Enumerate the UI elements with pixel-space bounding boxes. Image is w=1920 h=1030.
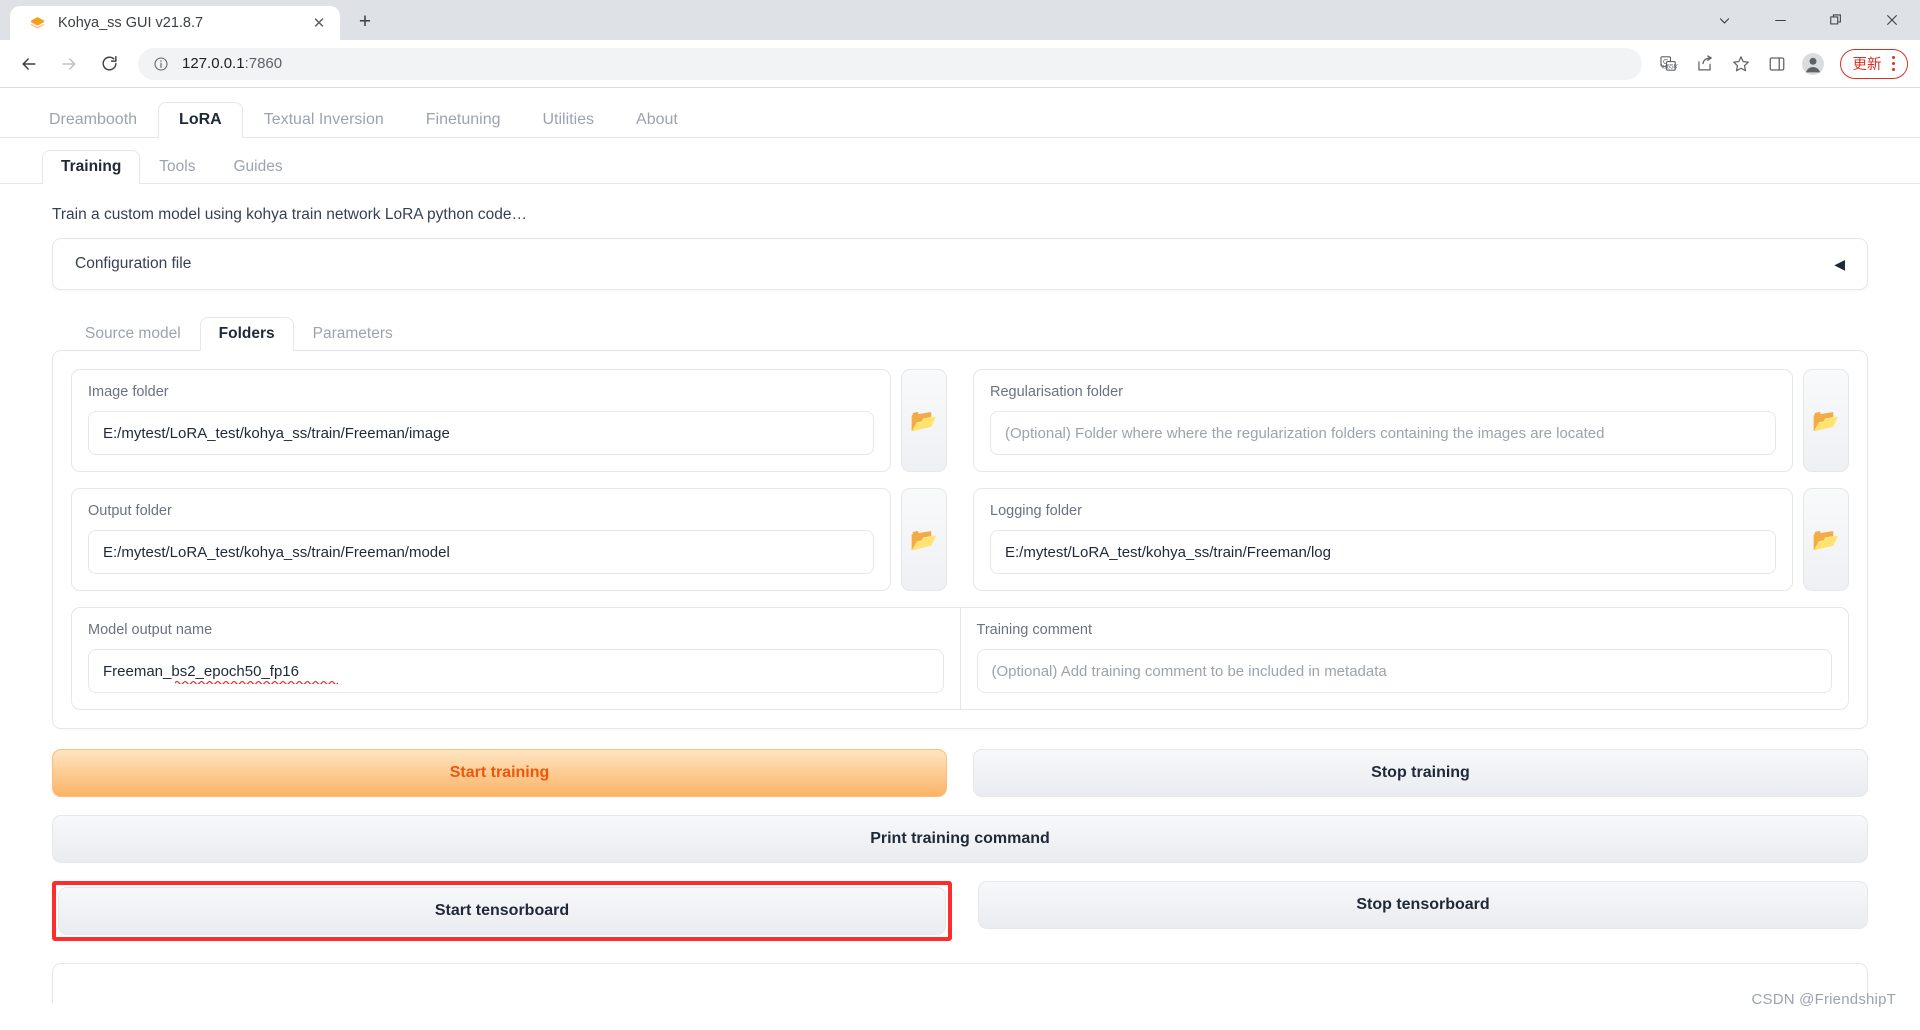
training-comment-label: Training comment xyxy=(976,622,1093,638)
open-folder-icon: 📂 xyxy=(910,526,938,552)
browser-tab-title: Kohya_ss GUI v21.8.7 xyxy=(58,15,204,31)
folders-form: Image folder 📂 Regularisation folder xyxy=(52,350,1868,729)
open-folder-icon: 📂 xyxy=(1812,407,1840,433)
address-bar-port: :7860 xyxy=(244,55,283,72)
gradio-layers-icon xyxy=(28,14,46,32)
output-folder-label: Output folder xyxy=(88,503,172,519)
svg-text:\u6587: \u6587 xyxy=(1661,63,1678,70)
model-output-name-label: Model output name xyxy=(88,622,213,638)
tab-training[interactable]: Training xyxy=(42,150,141,184)
sub-tab-bar: Training Tools Guides xyxy=(0,138,1920,184)
browser-tabstrip: Kohya_ss GUI v21.8.7 ✕ + xyxy=(0,0,1920,40)
folders-row-1: Image folder 📂 Regularisation folder xyxy=(71,369,1849,472)
tab-lora[interactable]: LoRA xyxy=(158,102,243,138)
window-controls xyxy=(1696,0,1920,40)
reload-icon[interactable] xyxy=(92,47,126,81)
start-training-button[interactable]: Start training xyxy=(52,749,947,797)
tab-folders[interactable]: Folders xyxy=(199,317,294,351)
regularisation-folder-field: Regularisation folder xyxy=(973,369,1793,472)
configuration-file-accordion[interactable]: Configuration file ◀ xyxy=(52,238,1868,290)
open-folder-icon: 📂 xyxy=(1812,526,1840,552)
address-bar[interactable]: 127.0.0.1:7860 xyxy=(138,47,1642,80)
browser-tab-active[interactable]: Kohya_ss GUI v21.8.7 ✕ xyxy=(10,6,340,40)
tab-dreambooth[interactable]: Dreambooth xyxy=(28,102,158,138)
regularisation-folder-browse-button[interactable]: 📂 xyxy=(1803,369,1849,472)
image-folder-field: Image folder xyxy=(71,369,891,472)
toolbar-actions: G \u6587 xyxy=(1650,47,1908,81)
tab-finetuning[interactable]: Finetuning xyxy=(405,102,522,138)
print-command-row: Print training command xyxy=(52,815,1868,863)
logging-folder-field: Logging folder xyxy=(973,488,1793,591)
tensorboard-actions-row: Start tensorboard Stop tensorboard xyxy=(52,881,1868,941)
start-tensorboard-highlight: Start tensorboard xyxy=(52,881,952,941)
close-window-button[interactable] xyxy=(1864,0,1920,40)
output-folder-group: Output folder 📂 xyxy=(71,488,947,591)
info-circle-icon[interactable] xyxy=(152,55,170,73)
regularisation-folder-group: Regularisation folder 📂 xyxy=(973,369,1849,472)
image-folder-browse-button[interactable]: 📂 xyxy=(901,369,947,472)
tab-about[interactable]: About xyxy=(615,102,699,138)
address-bar-host: 127.0.0.1 xyxy=(182,55,245,72)
open-folder-icon: 📂 xyxy=(910,407,938,433)
logging-folder-group: Logging folder 📂 xyxy=(973,488,1849,591)
update-button-label: 更新 xyxy=(1852,57,1882,73)
share-icon[interactable] xyxy=(1688,47,1722,81)
tab-source-model[interactable]: Source model xyxy=(66,317,200,351)
main-tab-bar: Dreambooth LoRA Textual Inversion Finetu… xyxy=(0,88,1920,138)
avatar-icon[interactable] xyxy=(1796,47,1830,81)
browser-window: Kohya_ss GUI v21.8.7 ✕ + 127.0.0.1:7860 … xyxy=(0,0,1920,1030)
tab-guides[interactable]: Guides xyxy=(214,150,301,184)
tab-parameters[interactable]: Parameters xyxy=(294,317,412,351)
address-bar-url: 127.0.0.1:7860 xyxy=(182,55,282,72)
stop-training-button[interactable]: Stop training xyxy=(973,749,1868,797)
tab-textual-inversion[interactable]: Textual Inversion xyxy=(243,102,405,138)
model-output-name-input[interactable] xyxy=(88,649,944,693)
output-folder-input[interactable] xyxy=(88,530,874,574)
translate-icon[interactable]: G \u6587 xyxy=(1652,47,1686,81)
watermark-text: CSDN @FriendshipT xyxy=(1751,991,1896,1008)
side-panel-icon[interactable] xyxy=(1760,47,1794,81)
image-folder-input[interactable] xyxy=(88,411,874,455)
training-comment-input[interactable] xyxy=(976,649,1832,693)
plus-icon[interactable]: + xyxy=(350,7,380,37)
star-icon[interactable] xyxy=(1724,47,1758,81)
regularisation-folder-label: Regularisation folder xyxy=(990,384,1123,400)
training-actions-row: Start training Stop training xyxy=(52,749,1868,797)
logging-folder-input[interactable] xyxy=(990,530,1776,574)
tab-search-button[interactable] xyxy=(1696,0,1752,40)
folders-row-3: Model output name Training comment xyxy=(71,607,1849,710)
close-icon[interactable]: ✕ xyxy=(308,12,330,34)
gradio-app: Dreambooth LoRA Textual Inversion Finetu… xyxy=(0,88,1920,1030)
print-training-command-button[interactable]: Print training command xyxy=(52,815,1868,863)
kebab-menu-icon[interactable] xyxy=(1886,55,1902,72)
forward-arrow-icon[interactable] xyxy=(52,47,86,81)
output-folder-field: Output folder xyxy=(71,488,891,591)
next-section-panel xyxy=(52,963,1868,1003)
training-panel: Train a custom model using kohya train n… xyxy=(0,184,1920,1003)
collapse-left-arrow-icon[interactable]: ◀ xyxy=(1834,257,1845,271)
stop-tensorboard-button[interactable]: Stop tensorboard xyxy=(978,881,1868,929)
maximize-restore-button[interactable] xyxy=(1808,0,1864,40)
logging-folder-browse-button[interactable]: 📂 xyxy=(1803,488,1849,591)
configuration-file-label: Configuration file xyxy=(75,255,192,272)
folder-tab-bar: Source model Folders Parameters xyxy=(52,306,1868,351)
tab-utilities[interactable]: Utilities xyxy=(521,102,615,138)
tab-tools[interactable]: Tools xyxy=(140,150,214,184)
minimize-button[interactable] xyxy=(1752,0,1808,40)
logging-folder-label: Logging folder xyxy=(990,503,1082,519)
intro-description: Train a custom model using kohya train n… xyxy=(52,206,528,223)
start-tensorboard-button[interactable]: Start tensorboard xyxy=(58,887,946,935)
image-folder-group: Image folder 📂 xyxy=(71,369,947,472)
model-output-name-field: Model output name xyxy=(72,608,960,709)
output-folder-browse-button[interactable]: 📂 xyxy=(901,488,947,591)
browser-toolbar: 127.0.0.1:7860 G \u6587 xyxy=(0,40,1920,88)
update-button[interactable]: 更新 xyxy=(1839,48,1908,79)
training-comment-field: Training comment xyxy=(959,608,1849,709)
image-folder-label: Image folder xyxy=(88,384,169,400)
regularisation-folder-input[interactable] xyxy=(990,411,1776,455)
back-arrow-icon[interactable] xyxy=(12,47,46,81)
folders-row-2: Output folder 📂 Logging folder xyxy=(71,488,1849,591)
